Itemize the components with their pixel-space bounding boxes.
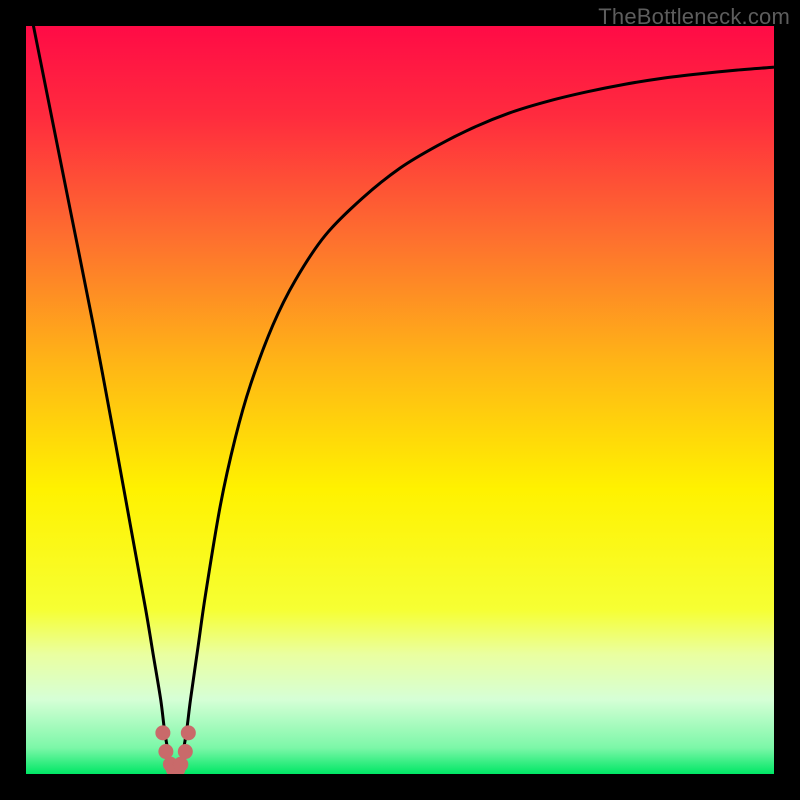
marker-dot (178, 744, 193, 759)
gradient-background (26, 26, 774, 774)
watermark-text: TheBottleneck.com (598, 4, 790, 30)
marker-dot (181, 725, 196, 740)
plot-area (26, 26, 774, 774)
chart-frame: TheBottleneck.com (0, 0, 800, 800)
marker-dot (173, 757, 188, 772)
marker-dot (158, 744, 173, 759)
chart-svg (26, 26, 774, 774)
marker-dot (155, 725, 170, 740)
